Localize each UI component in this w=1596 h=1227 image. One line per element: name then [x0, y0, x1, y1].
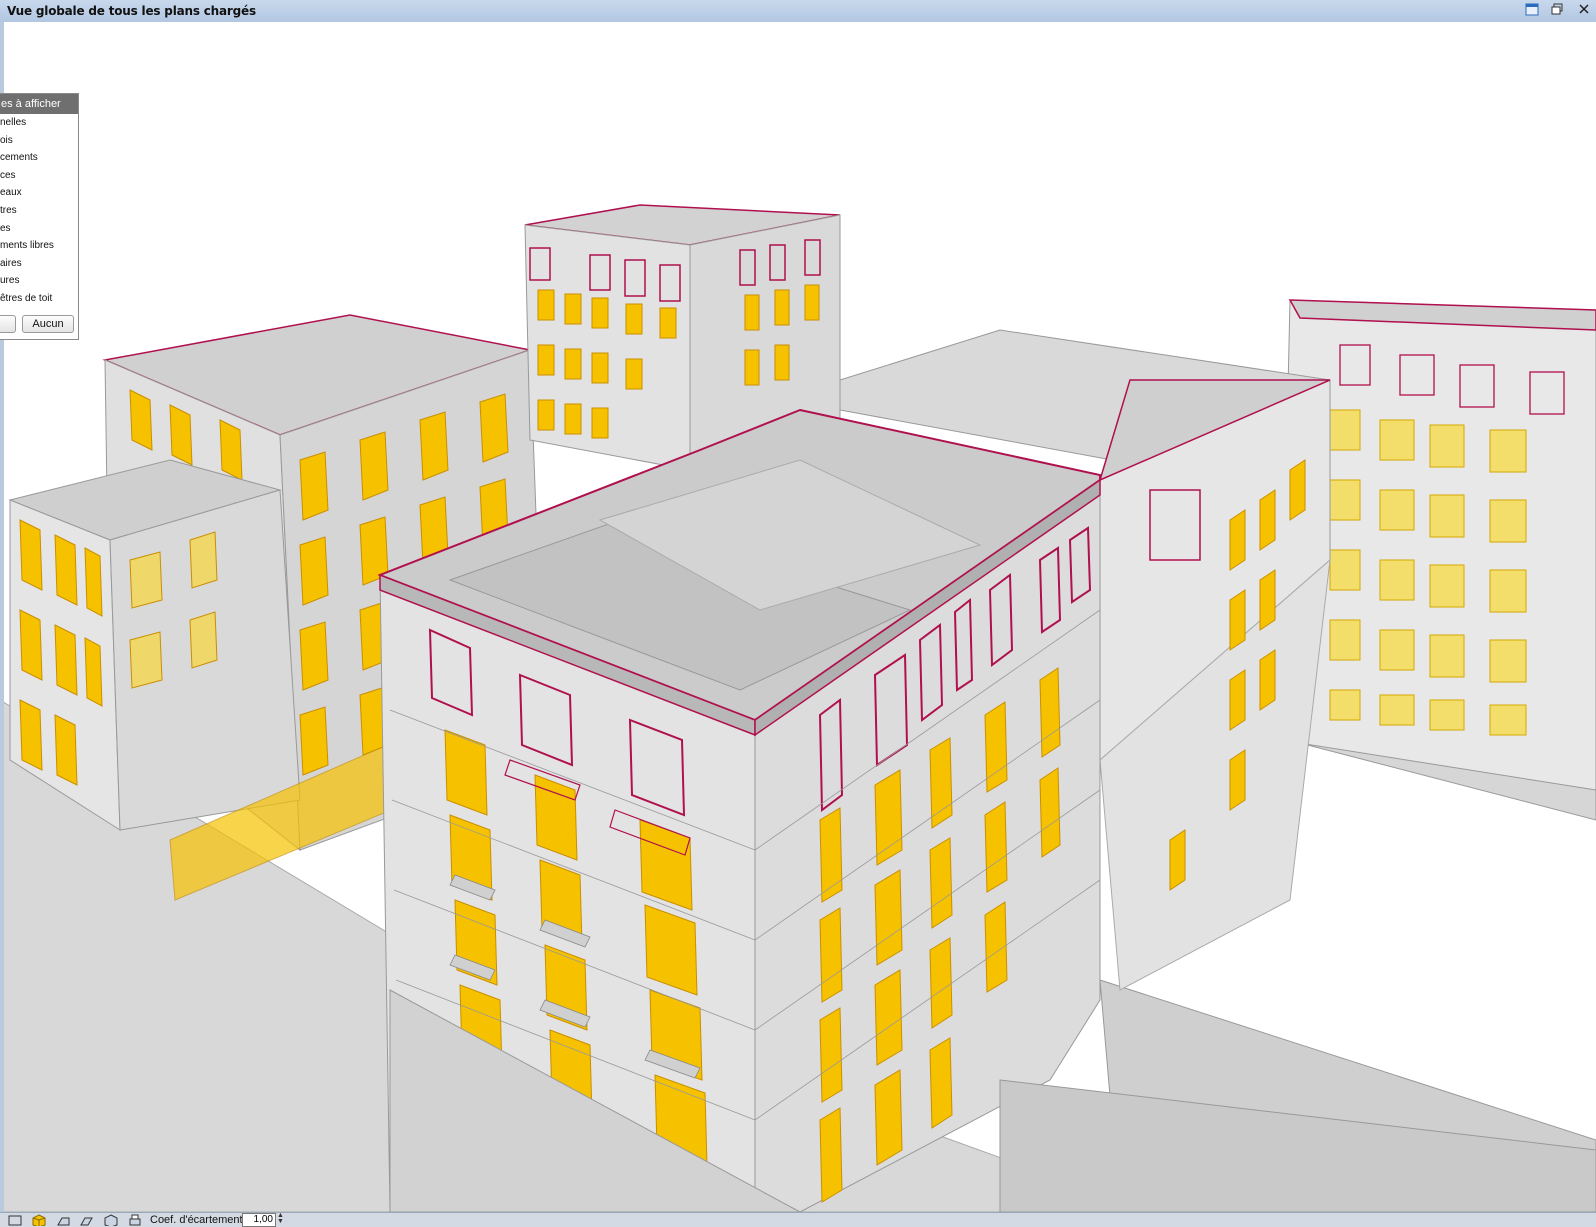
front-view-icon[interactable]: [56, 1214, 70, 1226]
window-title: Vue globale de tous les plans chargés: [7, 4, 256, 18]
layer-item[interactable]: ments libres: [0, 237, 78, 255]
coef-spinner[interactable]: ▲ ▼: [277, 1212, 284, 1225]
restore-down-icon[interactable]: [1549, 3, 1565, 18]
layer-item[interactable]: tres: [0, 202, 78, 220]
layer-item[interactable]: ces: [0, 167, 78, 185]
window-title-bar: Vue globale de tous les plans chargés: [0, 0, 1596, 23]
layer-item[interactable]: êtres de toit: [0, 290, 78, 308]
close-icon[interactable]: [1576, 3, 1592, 18]
3d-box-icon[interactable]: [32, 1214, 46, 1226]
layer-item[interactable]: es: [0, 220, 78, 238]
layer-item[interactable]: ois: [0, 132, 78, 150]
plan-view-icon[interactable]: [8, 1214, 22, 1226]
layer-item[interactable]: ures: [0, 272, 78, 290]
layer-item[interactable]: cements: [0, 149, 78, 167]
side-view-icon[interactable]: [80, 1214, 94, 1226]
status-bar: Coef. d'écartement 1,00 ▲ ▼: [0, 1212, 1596, 1227]
layer-item[interactable]: aires: [0, 255, 78, 273]
coef-label: Coef. d'écartement: [150, 1214, 243, 1226]
select-all-button[interactable]: [0, 315, 16, 333]
restore-icon[interactable]: [1524, 3, 1540, 18]
layer-item[interactable]: nelles: [0, 114, 78, 132]
layers-panel-header: es à afficher: [0, 94, 78, 114]
layers-panel-buttons: Aucun: [0, 315, 78, 333]
iso-view-icon[interactable]: [104, 1214, 118, 1226]
layers-panel: es à afficher nelles ois cements ces eau…: [0, 93, 79, 340]
print-icon[interactable]: [128, 1214, 142, 1226]
select-none-button[interactable]: Aucun: [22, 315, 74, 333]
3d-viewport[interactable]: [0, 22, 1596, 1212]
layer-item[interactable]: eaux: [0, 184, 78, 202]
coef-input[interactable]: 1,00: [242, 1213, 276, 1227]
building-3d-model: [0, 204, 1596, 1212]
